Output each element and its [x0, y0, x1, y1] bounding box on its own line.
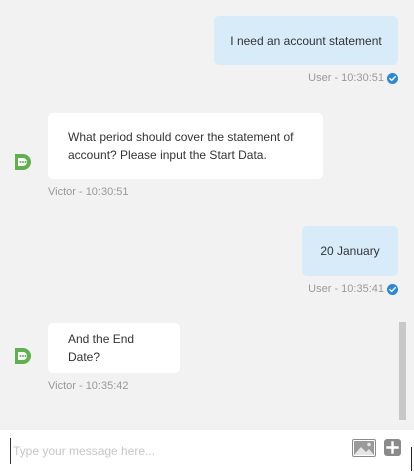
message-timestamp: Victor - 10:35:42	[48, 380, 129, 392]
divider	[411, 447, 412, 471]
chat-panel: I need an account statement User - 10:30…	[0, 0, 414, 430]
user-message-bubble: I need an account statement	[214, 16, 398, 65]
message-timestamp: User - 10:30:51	[308, 72, 384, 84]
image-icon[interactable]	[352, 439, 376, 457]
message-timestamp: User - 10:35:41	[308, 283, 384, 295]
message-meta: User - 10:35:41	[308, 283, 398, 295]
scrollbar[interactable]	[399, 322, 406, 420]
checkmark-icon	[387, 283, 398, 295]
message-text: And the End Date?	[68, 332, 135, 364]
checkmark-icon	[387, 72, 398, 84]
message-meta: User - 10:30:51	[308, 72, 398, 84]
bot-logo-icon	[15, 348, 31, 364]
message-timestamp: Victor - 10:30:51	[48, 186, 129, 198]
user-message-bubble: 20 January	[302, 226, 398, 276]
bot-message-bubble: And the End Date?	[48, 323, 180, 373]
message-text: What period should cover the statement o…	[68, 130, 294, 162]
message-input[interactable]	[10, 438, 343, 464]
plus-icon	[386, 441, 399, 454]
message-text: I need an account statement	[230, 33, 382, 48]
add-button[interactable]	[384, 439, 401, 456]
bot-message-bubble: What period should cover the statement o…	[48, 113, 323, 179]
bot-logo-icon	[15, 154, 31, 170]
message-text: 20 January	[320, 244, 380, 258]
